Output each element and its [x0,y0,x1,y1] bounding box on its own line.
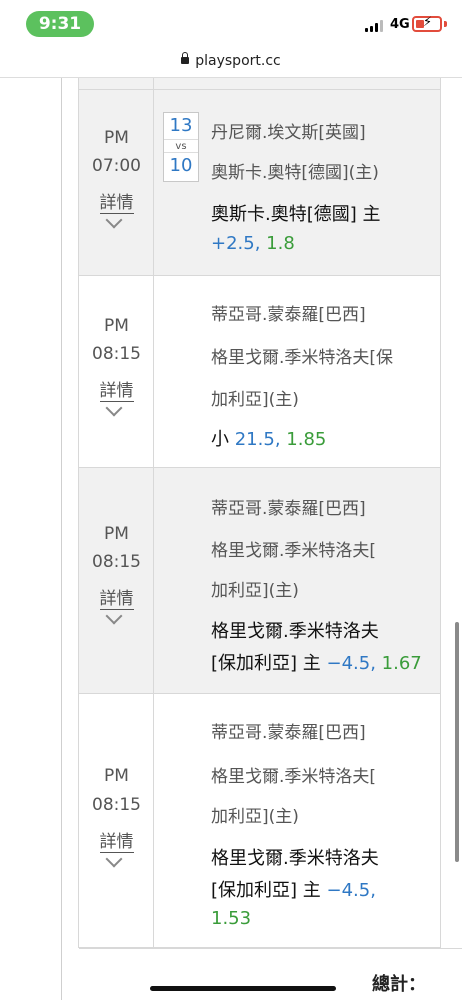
status-time: 9:31 [26,11,94,37]
time-cell: PM 08:15 詳情 [79,694,154,947]
pick-odds: [保加利亞] 主 −4.5, [211,880,376,901]
table-row: PM 07:00 詳情 13 vs 10 丹尼爾.埃文斯[英國] 奧斯卡.奧特[… [79,90,440,276]
divider [79,948,462,949]
time-cell: PM 08:15 詳情 [79,468,154,693]
table-row-top [79,78,440,90]
chevron-down-icon[interactable] [105,399,123,417]
team-home: 奧斯卡.奧特[德國](主) [211,163,379,183]
scrollbar[interactable] [455,622,459,862]
score-box: 13 vs 10 [163,112,199,182]
team-home-line1: 格里戈爾.季米特洛夫[保 [211,348,394,368]
team-home-line2: 加利亞](主) [211,581,299,601]
total-label: 總計： [372,974,426,995]
pick-team: 格里戈爾.季米特洛夫 [211,848,379,869]
team-home-line2: 加利亞](主) [211,390,299,410]
match-cell: 蒂亞哥.蒙泰羅[巴西] 格里戈爾.季米特洛夫[保 加利亞](主) 小 21.5,… [155,276,440,467]
url-domain: playsport.cc [195,53,281,69]
detail-link[interactable]: 詳情 [79,827,154,853]
team-away: 蒂亞哥.蒙泰羅[巴西] [211,499,366,519]
detail-link[interactable]: 詳情 [79,188,154,214]
match-cell: 蒂亞哥.蒙泰羅[巴西] 格里戈爾.季米特洛夫[ 加利亞](主) 格里戈爾.季米特… [155,694,440,947]
pick-odds: [保加利亞] 主 −4.5, 1.67 [211,653,422,674]
ampm-label: PM [104,316,129,336]
home-indicator[interactable] [150,986,336,991]
time-label: 08:15 [92,795,141,815]
team-home-line1: 格里戈爾.季米特洛夫[ [211,767,377,787]
detail-link[interactable]: 詳情 [79,584,154,610]
table-row: PM 08:15 詳情 蒂亞哥.蒙泰羅[巴西] 格里戈爾.季米特洛夫[保 加利亞… [79,276,440,468]
time-label: 08:15 [92,344,141,364]
status-bar: 9:31 4G ⚡ [0,0,462,46]
ampm-label: PM [104,128,129,148]
chevron-down-icon[interactable] [105,850,123,868]
time-cell: PM 07:00 詳情 [79,90,154,275]
team-home-line2: 加利亞](主) [211,807,299,827]
chevron-down-icon[interactable] [105,211,123,229]
score-home: 13 [169,115,193,136]
team-away: 蒂亞哥.蒙泰羅[巴西] [211,305,366,325]
battery-icon: ⚡ [412,15,442,32]
time-label: 07:00 [92,156,141,176]
pick-odds-value: 1.53 [211,908,252,929]
table-row: PM 08:15 詳情 蒂亞哥.蒙泰羅[巴西] 格里戈爾.季米特洛夫[ 加利亞]… [79,694,440,948]
chevron-down-icon[interactable] [105,607,123,625]
left-panel [0,78,62,1000]
team-away: 蒂亞哥.蒙泰羅[巴西] [211,723,366,743]
network-type: 4G [390,17,410,32]
pick-team: 奧斯卡.奧特[德國] 主 [211,204,381,225]
lock-icon [181,52,190,64]
signal-icon [365,20,385,32]
table-row: PM 08:15 詳情 蒂亞哥.蒙泰羅[巴西] 格里戈爾.季米特洛夫[ 加利亞]… [79,468,440,694]
time-label: 08:15 [92,552,141,572]
vs-label: vs [164,139,198,153]
ampm-label: PM [104,524,129,544]
detail-link[interactable]: 詳情 [79,376,154,402]
team-away: 丹尼爾.埃文斯[英國] [211,123,366,143]
match-cell: 蒂亞哥.蒙泰羅[巴西] 格里戈爾.季米特洛夫[ 加利亞](主) 格里戈爾.季米特… [155,468,440,693]
pick-odds: +2.5, 1.8 [211,233,295,254]
time-cell: PM 08:15 詳情 [79,276,154,467]
pick-odds: 小 21.5, 1.85 [211,429,327,450]
url-bar[interactable]: playsport.cc [0,46,462,78]
match-cell: 13 vs 10 丹尼爾.埃文斯[英國] 奧斯卡.奧特[德國](主) 奧斯卡.奧… [155,90,440,275]
ampm-label: PM [104,766,129,786]
team-home-line1: 格里戈爾.季米特洛夫[ [211,541,377,561]
score-away: 10 [169,155,193,176]
pick-team: 格里戈爾.季米特洛夫 [211,621,379,642]
battery-cap [444,21,447,27]
table-border [440,78,441,948]
